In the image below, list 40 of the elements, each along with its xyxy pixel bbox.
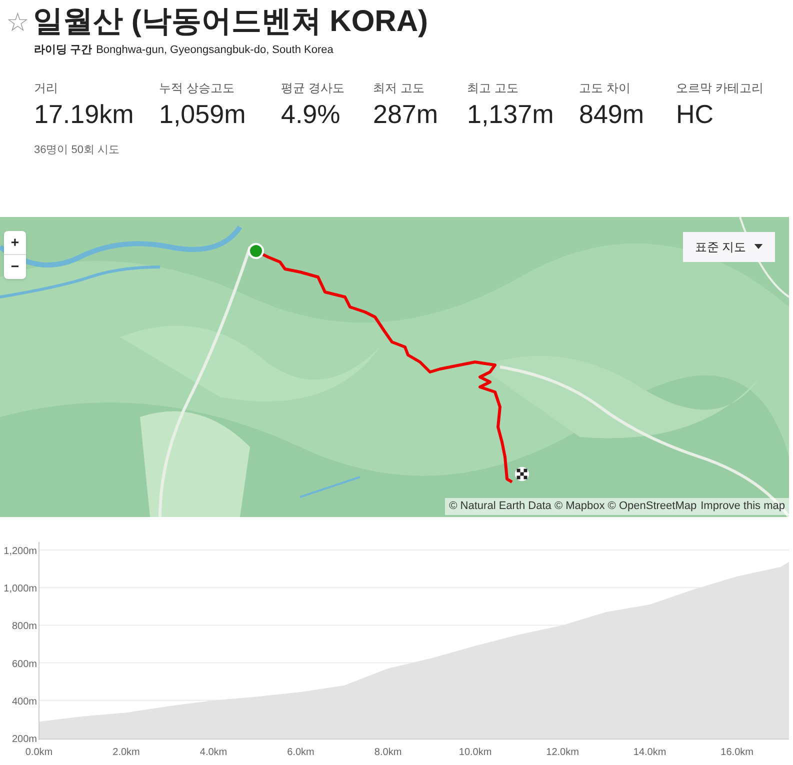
improve-map-link[interactable]: Improve this map: [700, 498, 785, 514]
stat-value: 1,059m: [159, 98, 247, 130]
stat-label: 최고 고도: [467, 80, 520, 96]
segment-location: Bonghwa-gun, Gyeongsangbuk-do, South Korea: [96, 43, 334, 58]
segment-title: 일월산 (낙동어드벤쳐 KORA): [33, 4, 428, 40]
zoom-out-button[interactable]: −: [4, 254, 26, 278]
stat-label: 고도 차이: [579, 80, 632, 96]
y-tick-label: 1,000m: [4, 583, 37, 594]
stat-value: 17.19km: [34, 98, 135, 130]
attempts-count: 36명이 50회 시도: [34, 144, 120, 156]
x-tick-label: 12.0km: [546, 746, 579, 758]
x-tick-label: 0.0km: [25, 746, 53, 758]
y-tick-label: 1,200m: [4, 546, 37, 556]
stat-value: 849m: [579, 98, 646, 130]
stat-label: 누적 상승고도: [159, 80, 236, 96]
y-tick-label: 800m: [12, 620, 37, 632]
y-tick-label: 200m: [12, 734, 37, 744]
stat-value: 1,137m: [467, 98, 555, 130]
segment-type: 라이딩 구간: [34, 43, 92, 58]
caret-icon: [754, 244, 764, 249]
stat-label: 거리: [34, 80, 59, 96]
map-attribution: © Natural Earth Data © Mapbox © OpenStreetMap: [449, 499, 697, 514]
x-tick-label: 6.0km: [287, 746, 314, 758]
zoom-in-button[interactable]: +: [4, 230, 26, 254]
x-tick-label: 8.0km: [374, 746, 402, 758]
y-tick-label: 400m: [12, 696, 37, 707]
y-tick-label: 600m: [12, 658, 37, 670]
stat-value: HC: [676, 98, 715, 130]
x-tick-label: 16.0km: [720, 746, 754, 758]
x-tick-label: 2.0km: [112, 746, 140, 758]
map-style-dropdown[interactable]: 표준 지도: [683, 232, 775, 262]
x-tick-label: 4.0km: [200, 746, 228, 758]
stat-label: 평균 경사도: [281, 80, 346, 96]
stat-label: 최저 고도: [373, 80, 426, 96]
finish-flag-icon: [515, 466, 529, 480]
x-tick-label: 14.0km: [633, 746, 666, 758]
stat-label: 오르막 카테고리: [676, 80, 764, 96]
stat-value: 287m: [373, 98, 440, 130]
stat-value: 4.9%: [281, 98, 342, 130]
x-tick-label: 10.0km: [458, 746, 492, 758]
